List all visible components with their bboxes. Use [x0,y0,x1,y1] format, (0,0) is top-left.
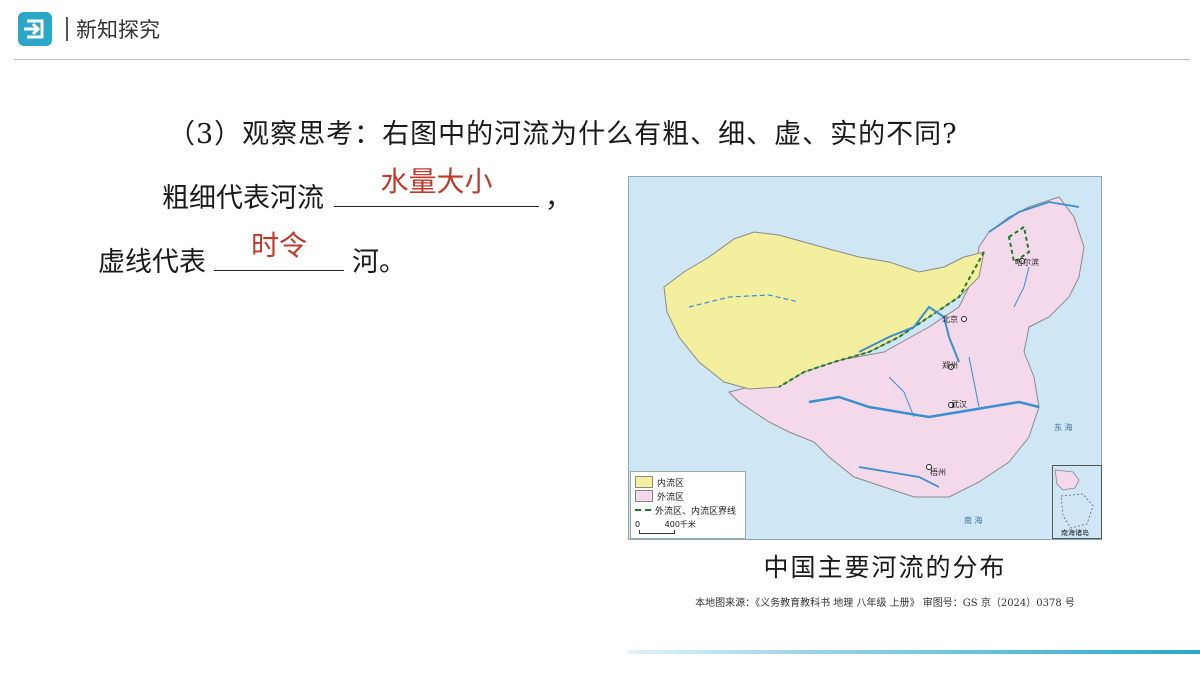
legend-outflow: 外流区 [657,492,685,503]
line1-suffix: ， [545,183,572,214]
south-china-sea-inset: 南海诸岛 [1052,465,1102,539]
legend-inland: 内流区 [657,478,685,489]
scale-text: 0 400千米 [635,519,696,530]
city-label-wuhan: 武汉 [951,400,967,409]
section-title: 新知探究 [76,18,160,42]
answer-2: 时令 [250,229,307,262]
return-arrow-icon[interactable] [18,12,52,46]
sea-label-donghai: 东 海 [1054,423,1073,432]
map-source: 本地图来源：《义务教育教科书 地理 八年级 上册》 审图号：GS 京（2024）… [695,598,1075,609]
line2-suffix: 河。 [352,247,406,278]
city-label-beijing: 北京 [942,315,958,324]
answer-blank-1: 水量大小 [334,165,539,207]
legend-boundary: 外流区、内流区界线 [655,506,737,517]
city-label-zhengzhou: 郑州 [942,361,958,370]
scale-bar [639,530,675,534]
scale-zero: 0 [635,520,641,529]
question-text: （3）观察思考：右图中的河流为什么有粗、细、虚、实的不同? [168,119,958,150]
line1-prefix: 粗细代表河流 [162,183,324,214]
fill-line-2: 虚线代表 时令河。 [98,229,406,279]
outflow-swatch [635,490,653,502]
inset-label: 南海诸岛 [1061,529,1089,537]
city-marker [961,316,967,322]
map-legend: 内流区 外流区 外流区、内流区界线 0 400千米 [630,471,746,539]
scale-label: 400千米 [664,520,696,529]
city-label-harbin: 哈尔滨 [1015,258,1039,267]
sea-label-nanhai: 南 海 [964,516,983,525]
city-label-wuzhou: 梧州 [930,468,946,477]
header-divider [66,17,68,41]
answer-blank-2: 时令 [214,229,344,271]
line2-prefix: 虚线代表 [98,247,206,278]
inland-swatch [635,476,653,488]
bottom-decoration-line [628,650,1200,654]
answer-1: 水量大小 [380,165,493,198]
boundary-swatch [635,509,651,511]
fill-line-1: 粗细代表河流 水量大小 ， [162,165,572,215]
map-caption: 中国主要河流的分布 [763,553,1007,582]
header-rule [14,59,1190,60]
